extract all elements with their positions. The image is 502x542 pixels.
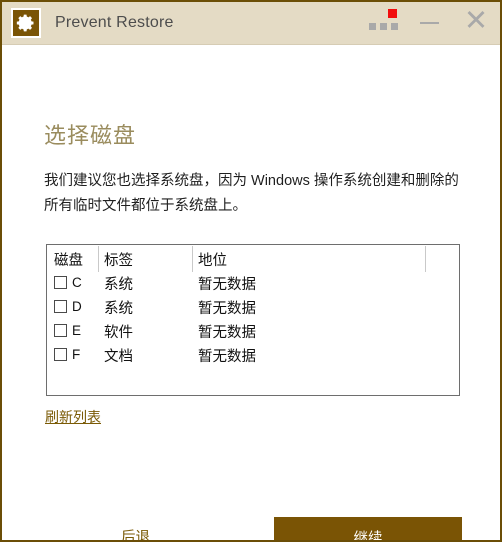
checkbox-icon[interactable] (54, 324, 67, 337)
dot-icon (390, 22, 398, 30)
disk-label: 系统 (104, 277, 133, 293)
disk-status: 暂无数据 (198, 277, 256, 293)
dot-icon (379, 22, 387, 30)
back-link[interactable]: 后退 (121, 526, 150, 540)
disk-letter: C (72, 275, 82, 290)
page-title: 选择磁盘 (44, 123, 137, 148)
gear-icon (11, 8, 41, 38)
checkbox-icon[interactable] (54, 300, 67, 313)
disk-label: 系统 (104, 301, 133, 317)
checkbox-icon[interactable] (54, 276, 67, 289)
minimize-button[interactable] (406, 2, 452, 44)
disk-letter: D (72, 299, 82, 314)
column-header-disk: 磁盘 (54, 253, 83, 269)
disk-label: 软件 (104, 325, 133, 341)
disk-checkbox-c[interactable]: C (54, 275, 82, 290)
column-header-label: 标签 (104, 253, 133, 269)
table-row[interactable]: F 文档 暂无数据 (47, 344, 459, 368)
disk-status: 暂无数据 (198, 325, 256, 341)
disk-label: 文档 (104, 349, 133, 365)
disk-checkbox-e[interactable]: E (54, 323, 81, 338)
menu-dots-button[interactable] (360, 2, 406, 44)
column-divider (425, 246, 426, 272)
title-bar: Prevent Restore ✕ (2, 2, 500, 45)
column-divider (192, 246, 193, 272)
minimize-icon (419, 22, 439, 24)
table-row[interactable]: C 系统 暂无数据 (47, 272, 459, 296)
table-row[interactable]: E 软件 暂无数据 (47, 320, 459, 344)
disk-letter: E (72, 323, 82, 338)
disk-checkbox-f[interactable]: F (54, 347, 80, 362)
disk-letter: F (72, 347, 81, 362)
table-header-row: 磁盘 标签 地位 (47, 245, 459, 272)
close-button[interactable]: ✕ (452, 2, 500, 44)
window-title: Prevent Restore (55, 14, 174, 31)
app-window: Prevent Restore ✕ 选择磁盘 我们建议您也选择系统盘，因为 Wi… (0, 0, 502, 542)
checkbox-icon[interactable] (54, 348, 67, 361)
page-description: 我们建议您也选择系统盘，因为 Windows 操作系统创建和删除的所有临时文件都… (44, 173, 459, 214)
column-header-status: 地位 (198, 253, 227, 269)
disk-status: 暂无数据 (198, 349, 256, 365)
disk-status: 暂无数据 (198, 301, 256, 317)
table-row[interactable]: D 系统 暂无数据 (47, 296, 459, 320)
window-content: 选择磁盘 我们建议您也选择系统盘，因为 Windows 操作系统创建和删除的所有… (2, 45, 500, 540)
column-divider (98, 246, 99, 272)
notification-badge-icon (388, 9, 397, 18)
window-controls: ✕ (360, 2, 500, 44)
continue-button[interactable]: 继续 (274, 517, 462, 540)
refresh-list-link[interactable]: 刷新列表 (45, 407, 101, 427)
disk-table: 磁盘 标签 地位 C 系统 暂无数据 D 系统 暂无数据 E 软件 暂无数据 F… (46, 244, 460, 396)
dot-icon (368, 22, 376, 30)
disk-checkbox-d[interactable]: D (54, 299, 82, 314)
